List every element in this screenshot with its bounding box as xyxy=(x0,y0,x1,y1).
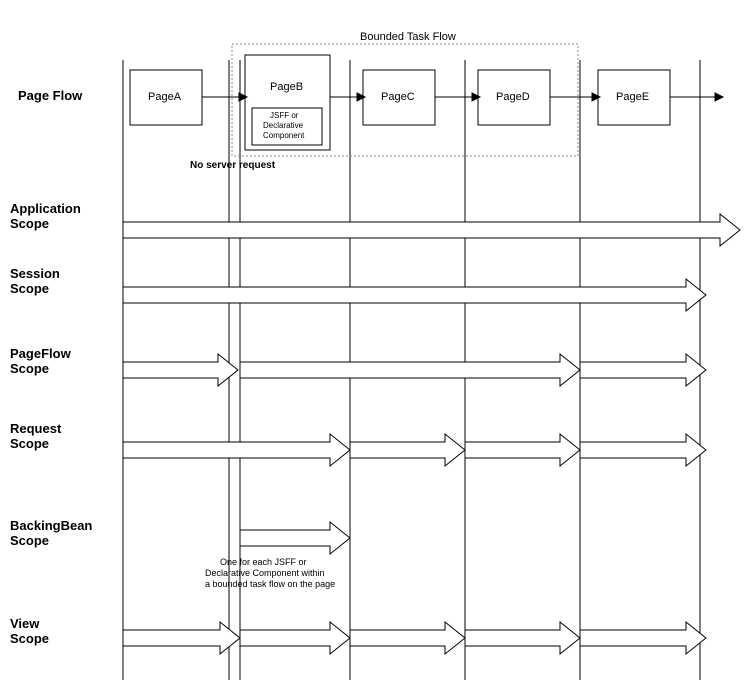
page-b-label: PageB xyxy=(270,81,303,93)
pf-scope-label-2: Scope xyxy=(10,361,49,376)
sess-scope-label-2: Scope xyxy=(10,281,49,296)
bb-scope-label-2: Scope xyxy=(10,533,49,548)
no-server-request-label: No server request xyxy=(190,160,276,171)
session-scope-arrow xyxy=(123,279,706,311)
bb-note-3: a bounded task flow on the page xyxy=(205,579,335,589)
bb-note-1: One for each JSFF or xyxy=(220,557,307,567)
row-labels: Application Scope Session Scope PageFlow… xyxy=(10,201,92,646)
page-flow-label: Page Flow xyxy=(18,88,83,103)
app-scope-label-2: Scope xyxy=(10,216,49,231)
page-d-label: PageD xyxy=(496,91,530,103)
pf-scope-label-1: PageFlow xyxy=(10,346,72,361)
page-e-label: PageE xyxy=(616,91,649,103)
sess-scope-label-1: Session xyxy=(10,266,60,281)
page-b-comp-line1: JSFF or xyxy=(270,111,299,120)
app-scope-label-1: Application xyxy=(10,201,81,216)
req-scope-label-2: Scope xyxy=(10,436,49,451)
bb-scope-label-1: BackingBean xyxy=(10,518,92,533)
application-scope-arrow xyxy=(123,214,740,246)
bounded-task-flow-label: Bounded Task Flow xyxy=(360,31,456,43)
view-scope-label-2: Scope xyxy=(10,631,49,646)
page-boxes: PageA PageB JSFF or Declarative Componen… xyxy=(130,55,670,150)
pageflow-scope-arrows xyxy=(123,354,706,386)
page-b-comp-line2: Declarative xyxy=(263,121,304,130)
view-scope-label-1: View xyxy=(10,616,40,631)
request-scope-arrows xyxy=(123,434,706,466)
page-a-label: PageA xyxy=(148,91,182,103)
scope-diagram: Bounded Task Flow Page Flow PageA PageB … xyxy=(0,0,744,686)
page-c-label: PageC xyxy=(381,91,415,103)
req-scope-label-1: Request xyxy=(10,421,62,436)
backingbean-scope-arrow xyxy=(240,522,350,554)
view-scope-arrows xyxy=(123,622,706,654)
bb-note-2: Declarative Component within xyxy=(205,568,325,578)
page-b-comp-line3: Component xyxy=(263,131,305,140)
